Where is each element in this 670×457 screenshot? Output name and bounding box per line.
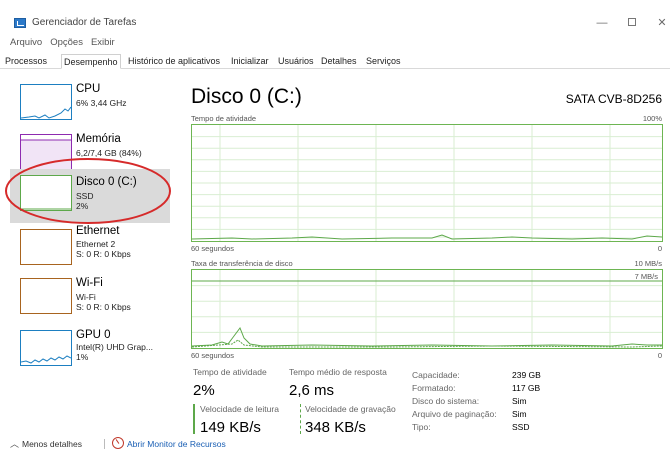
info-key-type: Tipo:: [412, 422, 431, 432]
sidebar-item-name: Wi-Fi: [76, 277, 103, 289]
tab-inicializar[interactable]: Inicializar: [229, 54, 271, 69]
sidebar-item-detail: S: 0 R: 0 Kbps: [76, 249, 131, 259]
active-time-graph-min: 0: [657, 244, 662, 253]
tab-servicos[interactable]: Serviços: [364, 54, 403, 69]
sidebar-item-detail: 1%: [76, 352, 89, 362]
transfer-rate-graph-max: 10 MB/s: [634, 259, 662, 268]
cpu-thumbnail-graph: [20, 84, 72, 120]
read-speed-value: 149 KB/s: [200, 419, 261, 436]
sidebar-item-name: Memória: [76, 133, 121, 145]
page-title: Disco 0 (C:): [191, 85, 302, 108]
menu-exibir[interactable]: Exibir: [91, 37, 115, 51]
sidebar-item-gpu[interactable]: GPU 0 Intel(R) UHD Grap... 1%: [10, 324, 170, 374]
transfer-rate-graph-xlabel: 60 segundos: [191, 351, 234, 360]
tab-desempenho[interactable]: Desempenho: [61, 54, 121, 69]
sidebar-item-detail: Wi-Fi: [76, 292, 96, 302]
info-value-type: SSD: [512, 422, 530, 432]
info-value-formatted: 117 GB: [512, 383, 541, 393]
less-details-button[interactable]: Menos detalhes: [22, 439, 82, 449]
tab-processos[interactable]: Processos: [3, 54, 49, 69]
divider: [104, 439, 105, 449]
sidebar-item-detail: Intel(R) UHD Grap...: [76, 342, 153, 352]
sidebar-item-detail: 6% 3,44 GHz: [76, 98, 127, 108]
sidebar-item-name: Disco 0 (C:): [76, 176, 137, 188]
read-speed-indicator: [193, 404, 195, 434]
sidebar-item-name: CPU: [76, 83, 101, 95]
info-key-system-disk: Disco do sistema:: [412, 396, 480, 406]
tab-bar: Processos Desempenho Histórico de aplica…: [0, 54, 670, 69]
sidebar-item-name: GPU 0: [76, 329, 111, 341]
device-model: SATA CVB-8D256: [565, 92, 662, 106]
tab-usuarios[interactable]: Usuários: [276, 54, 316, 69]
avg-response-label: Tempo médio de resposta: [289, 367, 387, 377]
sidebar-item-detail: S: 0 R: 0 Kbps: [76, 302, 131, 312]
active-time-graph-max: 100%: [642, 114, 662, 123]
info-key-formatted: Formatado:: [412, 383, 456, 393]
active-time-graph-label: Tempo de atividade: [191, 114, 257, 123]
memory-thumbnail-graph: [20, 134, 72, 170]
open-resource-monitor-link[interactable]: Abrir Monitor de Recursos: [127, 439, 226, 449]
tab-historico[interactable]: Histórico de aplicativos: [126, 54, 222, 69]
transfer-rate-graph-label: Taxa de transferência de disco: [191, 259, 293, 268]
task-manager-icon: [14, 18, 26, 28]
write-speed-indicator: [300, 404, 301, 434]
sidebar-item-wifi[interactable]: Wi-Fi Wi-Fi S: 0 R: 0 Kbps: [10, 272, 170, 322]
info-key-capacity: Capacidade:: [412, 370, 460, 380]
wifi-thumbnail-graph: [20, 278, 72, 314]
sidebar-item-detail: 6,2/7,4 GB (84%): [76, 148, 142, 158]
sidebar-item-cpu[interactable]: CPU 6% 3,44 GHz: [10, 78, 170, 128]
maximize-button[interactable]: [624, 16, 640, 30]
disk-thumbnail-graph: [20, 175, 72, 211]
chevron-up-icon[interactable]: ︿: [10, 437, 19, 450]
gpu-thumbnail-graph: [20, 330, 72, 366]
menu-bar: Arquivo Opções Exibir: [10, 37, 115, 51]
sidebar-item-detail: SSD: [76, 191, 94, 201]
close-button[interactable]: ✕: [654, 16, 670, 30]
window-title: Gerenciador de Tarefas: [32, 17, 137, 28]
menu-opcoes[interactable]: Opções: [50, 37, 83, 51]
resource-monitor-icon[interactable]: [112, 437, 124, 449]
write-speed-value: 348 KB/s: [305, 419, 366, 436]
title-bar: Gerenciador de Tarefas — ✕: [0, 0, 670, 34]
transfer-rate-graph: 7 MB/s: [191, 269, 663, 349]
maximize-icon: [628, 18, 636, 26]
transfer-rate-graph-inner-max: 7 MB/s: [634, 272, 658, 281]
info-value-capacity: 239 GB: [512, 370, 541, 380]
sidebar-item-detail: Ethernet 2: [76, 239, 116, 249]
minimize-button[interactable]: —: [594, 16, 610, 30]
active-time-value: 2%: [193, 382, 215, 399]
active-time-graph-xlabel: 60 segundos: [191, 244, 234, 253]
transfer-rate-graph-min: 0: [657, 351, 662, 360]
info-value-page-file: Sim: [512, 409, 527, 419]
bottom-bar: ︿ Menos detalhes Abrir Monitor de Recurs…: [0, 437, 670, 457]
read-speed-label: Velocidade de leitura: [200, 404, 279, 414]
info-key-page-file: Arquivo de paginação:: [412, 409, 497, 419]
sidebar-item-ethernet[interactable]: Ethernet Ethernet 2 S: 0 R: 0 Kbps: [10, 223, 170, 273]
sidebar-item-name: Ethernet: [76, 225, 120, 237]
info-value-system-disk: Sim: [512, 396, 527, 406]
menu-arquivo[interactable]: Arquivo: [10, 37, 42, 51]
active-time-label: Tempo de atividade: [193, 367, 267, 377]
sidebar-item-disk[interactable]: Disco 0 (C:) SSD 2%: [10, 169, 170, 223]
ethernet-thumbnail-graph: [20, 229, 72, 265]
tab-detalhes[interactable]: Detalhes: [319, 54, 359, 69]
performance-sidebar: CPU 6% 3,44 GHz Memória 6,2/7,4 GB (84%)…: [10, 78, 170, 408]
sidebar-item-detail: 2%: [76, 201, 89, 211]
avg-response-value: 2,6 ms: [289, 382, 335, 399]
active-time-graph: [191, 124, 663, 242]
write-speed-label: Velocidade de gravação: [305, 404, 396, 414]
